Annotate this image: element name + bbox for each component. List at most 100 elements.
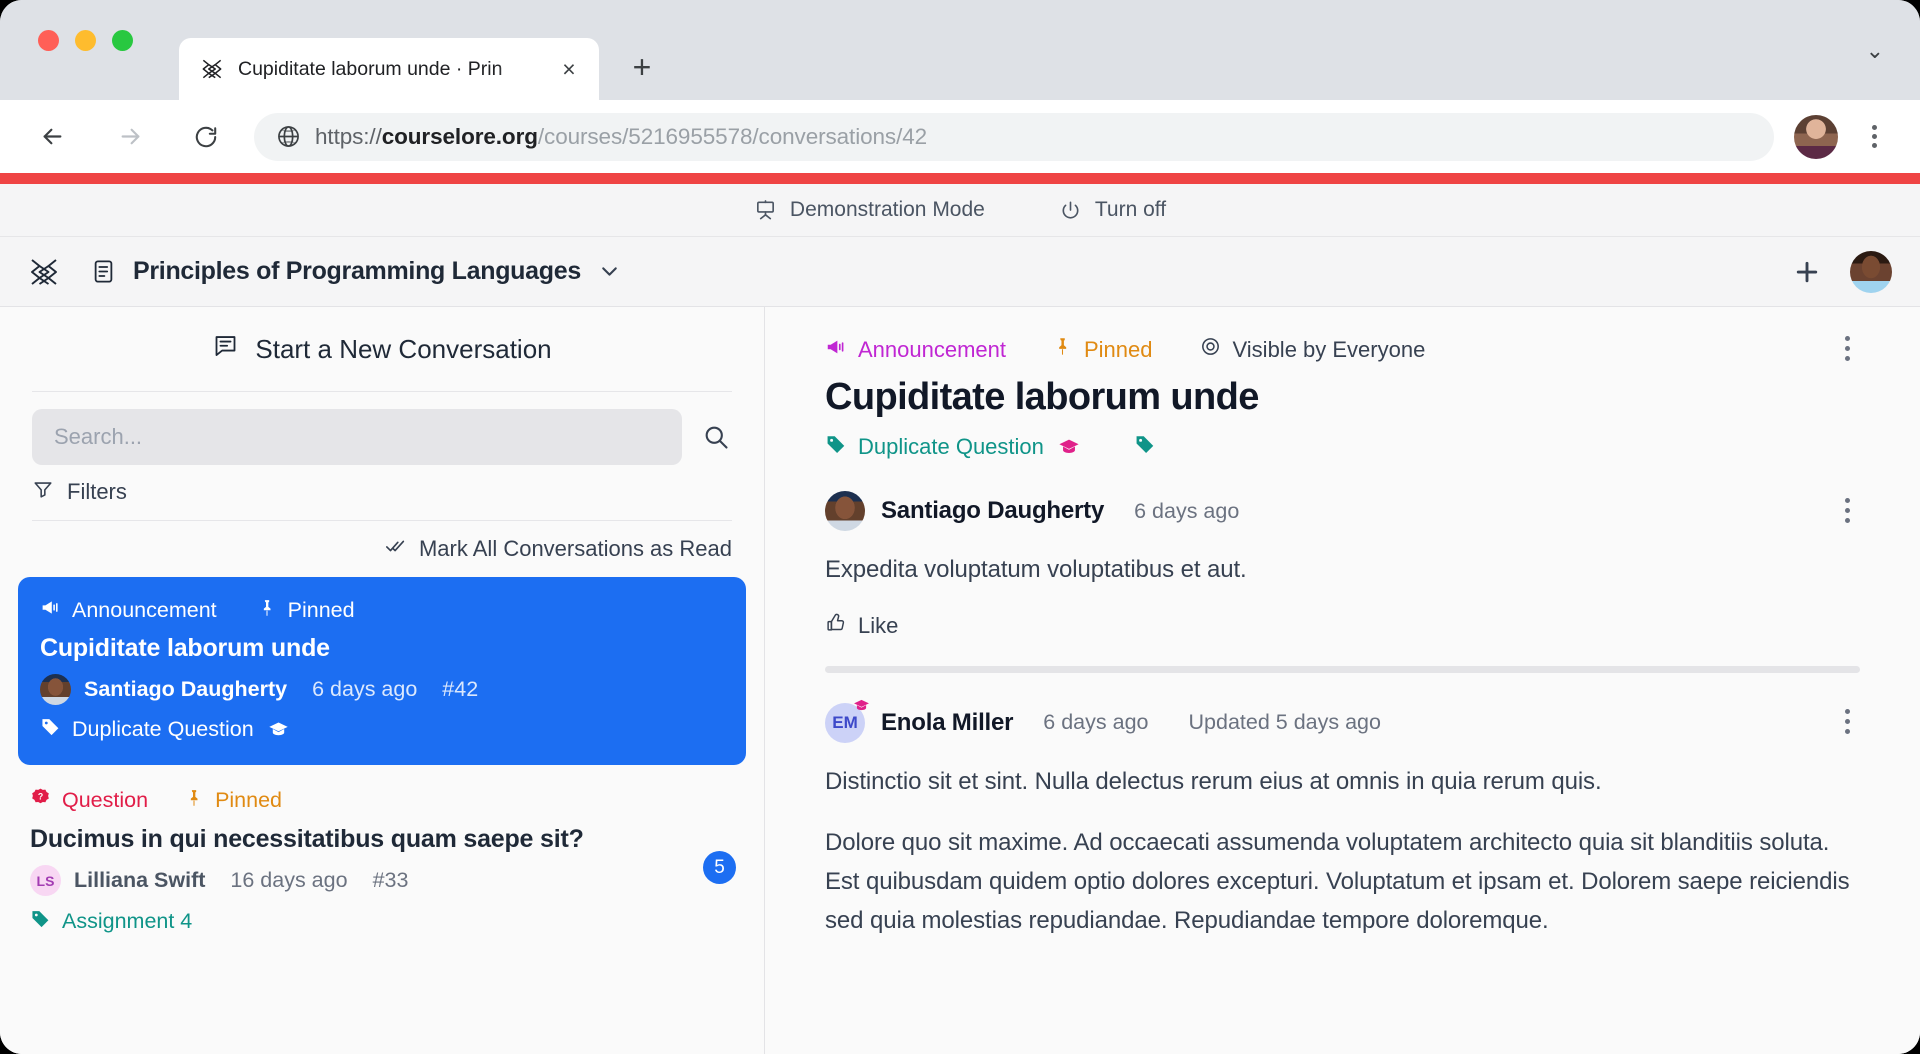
graduation-cap-icon: [1058, 436, 1080, 458]
comment-icon: [212, 332, 239, 366]
announcement-label: Announcement: [72, 598, 217, 622]
start-new-conversation-label: Start a New Conversation: [255, 333, 552, 364]
conversations-sidebar: Start a New Conversation Filters: [0, 307, 765, 1054]
conversation-list-item-33[interactable]: ? Question Pinned Ducimus in qui necessi…: [0, 765, 764, 935]
svg-text:?: ?: [38, 791, 43, 801]
conversation-tags: Duplicate Question: [825, 433, 1860, 461]
course-title: Principles of Programming Languages: [133, 257, 581, 285]
conversation-title: Ducimus in qui necessitatibus quam saepe…: [30, 825, 584, 853]
like-button[interactable]: Like: [825, 612, 1860, 640]
post-menu-button[interactable]: [1832, 707, 1862, 737]
demonstration-mode-bar: Demonstration Mode Turn off: [0, 184, 1920, 237]
power-icon: [1059, 199, 1082, 222]
reload-button[interactable]: [180, 111, 232, 163]
announcement-badge: Announcement: [40, 597, 217, 624]
author-name: Santiago Daugherty: [84, 677, 288, 701]
pinned-badge: Pinned: [184, 788, 282, 814]
start-new-conversation-button[interactable]: Start a New Conversation: [0, 307, 764, 391]
conversation-author-row: LS Lilliana Swift 16 days ago #33: [30, 865, 734, 896]
tag-icon: [30, 908, 51, 935]
user-avatar[interactable]: [1850, 250, 1892, 293]
pinned-label: Pinned: [1084, 336, 1153, 362]
unread-count-badge: 5: [703, 851, 736, 884]
conversation-number: #42: [442, 677, 479, 701]
globe-icon: [276, 124, 301, 149]
demonstration-mode-indicator: Demonstration Mode: [754, 198, 985, 222]
post-author-name: Santiago Daugherty: [881, 497, 1105, 524]
pinned-label: Pinned: [215, 788, 283, 812]
browser-window: Cupiditate laborum unde · Prin × + ⌄ htt…: [0, 0, 1920, 1054]
mark-all-read-label: Mark All Conversations as Read: [418, 536, 732, 561]
timestamp: 6 days ago: [312, 677, 418, 701]
course-header: Principles of Programming Languages: [0, 237, 1920, 307]
post-body: Distinctio sit et sint. Nulla delectus r…: [825, 763, 1860, 941]
courselore-logo-icon[interactable]: [26, 254, 62, 290]
search-icon[interactable]: [702, 423, 734, 451]
browser-toolbar: https://courselore.org/courses/521695557…: [0, 100, 1920, 173]
avatar: [40, 674, 71, 705]
recording-indicator-bar: [0, 173, 1920, 184]
close-tab-button[interactable]: ×: [555, 55, 583, 83]
graduation-cap-icon: [268, 719, 289, 740]
forward-button: [104, 111, 156, 163]
question-icon: ?: [30, 787, 51, 814]
tag-label: Duplicate Question: [72, 717, 254, 741]
post-timestamp: 6 days ago: [1134, 498, 1240, 523]
minimize-window-button[interactable]: [75, 30, 96, 51]
conversation-menu-button[interactable]: [1832, 333, 1862, 363]
browser-tab[interactable]: Cupiditate laborum unde · Prin ×: [179, 38, 599, 100]
megaphone-icon: [40, 597, 61, 624]
address-bar[interactable]: https://courselore.org/courses/521695557…: [254, 112, 1774, 161]
mark-all-read-button[interactable]: Mark All Conversations as Read: [0, 521, 764, 577]
pinned-label: Pinned: [287, 598, 355, 622]
filter-icon: [32, 478, 54, 506]
tag-duplicate-question[interactable]: Duplicate Question: [825, 433, 1080, 461]
double-check-icon: [385, 535, 407, 563]
tag-icon: [40, 716, 61, 743]
chevron-down-icon[interactable]: [597, 259, 622, 284]
post-header: EM Enola Miller 6 days ago Updated 5 day…: [825, 699, 1862, 743]
close-window-button[interactable]: [38, 30, 59, 51]
question-badge: ? Question: [30, 787, 148, 814]
add-tag-button[interactable]: [1134, 433, 1156, 461]
pin-icon: [1052, 336, 1073, 363]
conversation-author-row: Santiago Daugherty 6 days ago #42: [40, 674, 724, 705]
conversation-title: Cupiditate laborum unde: [825, 376, 1259, 418]
conversation-pane: Announcement Pinned Visible by Everyone: [765, 307, 1920, 1054]
avatar[interactable]: [825, 491, 865, 531]
easel-icon: [754, 199, 777, 222]
avatar[interactable]: EM: [825, 699, 869, 743]
new-tab-button[interactable]: +: [615, 40, 669, 94]
browser-profile-avatar[interactable]: [1794, 114, 1838, 159]
avatar-initials: EM: [832, 712, 858, 732]
post-enola-miller: EM Enola Miller 6 days ago Updated 5 day…: [825, 673, 1860, 941]
maximize-window-button[interactable]: [112, 30, 133, 51]
turn-off-button[interactable]: Turn off: [1059, 198, 1166, 222]
url-path: /courses/5216955578/conversations/42: [537, 123, 928, 149]
conversation-title: Cupiditate laborum unde: [40, 634, 330, 662]
back-button[interactable]: [26, 111, 78, 163]
post-santiago-daugherty: Santiago Daugherty 6 days ago Expedita v…: [825, 461, 1860, 673]
conversation-tags: Assignment 4: [30, 908, 734, 935]
search-input[interactable]: [32, 409, 682, 465]
conversation-list-item-42[interactable]: Announcement Pinned Cupiditate laborum u…: [18, 577, 746, 765]
add-new-button[interactable]: [1792, 257, 1822, 287]
post-body: Expedita voluptatum voluptatibus et aut.: [825, 551, 1860, 590]
filters-button[interactable]: Filters: [0, 465, 764, 520]
chevron-down-icon[interactable]: ⌄: [1866, 38, 1884, 64]
visibility-label: Visible by Everyone: [1232, 336, 1426, 362]
divider: [825, 665, 1860, 673]
conversation-badges: Announcement Pinned Visible by Everyone: [825, 335, 1860, 364]
post-menu-button[interactable]: [1832, 495, 1862, 525]
url-scheme: https://: [315, 123, 382, 149]
conversation-meta: Announcement Pinned: [40, 597, 724, 624]
browser-tabstrip: Cupiditate laborum unde · Prin × + ⌄: [0, 0, 1920, 100]
like-label: Like: [858, 612, 899, 638]
announcement-badge: Announcement: [825, 336, 1006, 364]
browser-menu-button[interactable]: [1852, 125, 1896, 148]
tag-label: Duplicate Question: [858, 434, 1044, 459]
url-host: courselore.org: [381, 123, 538, 149]
address-bar-url: https://courselore.org/courses/521695557…: [315, 124, 927, 150]
announcement-label: Announcement: [858, 336, 1006, 362]
turn-off-label: Turn off: [1094, 198, 1167, 221]
